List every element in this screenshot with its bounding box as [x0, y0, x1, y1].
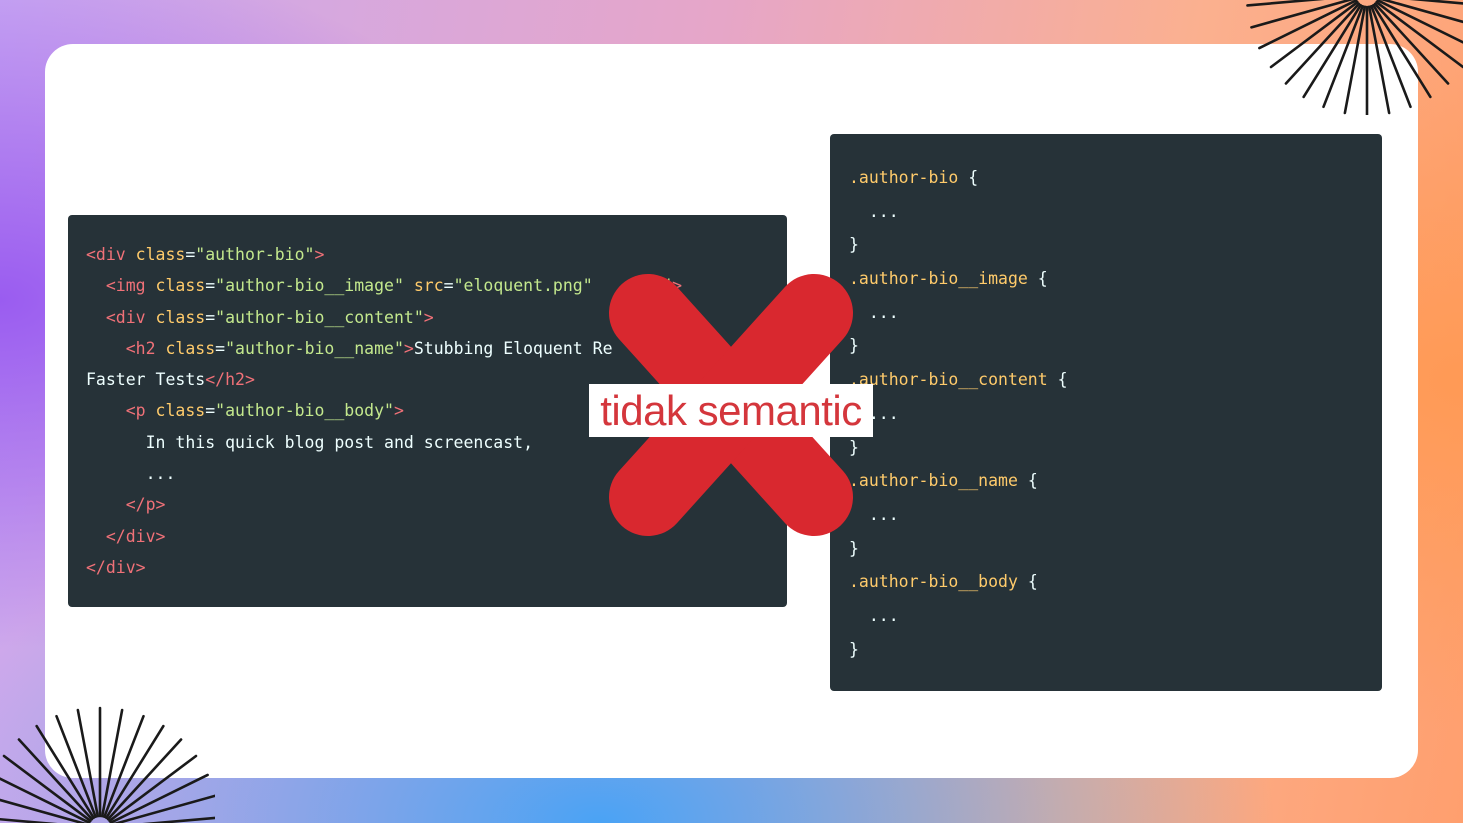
code-token: =	[205, 276, 216, 296]
code-token: {	[1027, 269, 1048, 289]
code-line: ...	[849, 498, 1382, 532]
code-token: "author-bio__content"	[215, 307, 424, 327]
code-token: >	[393, 401, 404, 421]
code-line: }	[849, 329, 1382, 363]
code-token: <h2	[86, 338, 166, 358]
code-line: .author-bio__body {	[849, 565, 1382, 599]
code-token: src	[413, 276, 444, 296]
code-token: .author-bio__body	[849, 572, 1018, 592]
code-line: </div>	[86, 552, 787, 583]
css-code-block: .author-bio { ...} .author-bio__image { .…	[830, 134, 1382, 691]
code-token: ...	[849, 201, 899, 221]
code-token: class	[155, 307, 206, 327]
code-token: {	[1017, 471, 1038, 491]
code-token: <img	[86, 276, 156, 296]
code-token: </p>	[86, 495, 166, 515]
code-token: Faster Tests	[86, 370, 206, 390]
code-token: =	[215, 338, 226, 358]
code-line: ...	[849, 397, 1382, 431]
sunburst-decoration-icon	[1246, 0, 1463, 115]
code-token: <div	[86, 245, 136, 264]
code-token: <p	[86, 401, 156, 421]
sunburst-decoration-icon	[0, 706, 215, 823]
code-token: Stubbing Eloquent Re	[413, 338, 613, 358]
code-token: </div>	[86, 557, 146, 577]
code-token: class	[155, 276, 206, 296]
code-token: .author-bio__content	[849, 370, 1048, 390]
code-token: class	[135, 245, 186, 264]
code-token: ...	[849, 605, 899, 625]
code-token: "author-bio__body"	[215, 401, 394, 421]
code-token: .author-bio__image	[849, 269, 1028, 289]
code-token: =	[443, 276, 454, 296]
code-line: }	[849, 532, 1382, 566]
code-line: }	[849, 431, 1382, 465]
code-token: </div>	[86, 526, 166, 546]
code-line: .author-bio__image {	[849, 262, 1382, 296]
code-line: ...	[849, 195, 1382, 229]
code-token: .author-bio	[849, 168, 959, 187]
code-token: >	[403, 338, 414, 358]
code-line: ...	[849, 296, 1382, 330]
code-line: .author-bio__name {	[849, 464, 1382, 498]
code-token: {	[958, 168, 979, 187]
code-line: .author-bio__content {	[849, 363, 1382, 397]
code-token: {	[1047, 370, 1068, 390]
code-line: .author-bio {	[849, 161, 1382, 195]
code-line: ...	[849, 599, 1382, 633]
code-token: >	[314, 245, 325, 264]
code-token: <div	[86, 307, 156, 327]
code-token: "eloquent.png"	[453, 276, 593, 296]
code-token: >	[423, 307, 434, 327]
code-line: }	[849, 228, 1382, 262]
code-token: ...	[86, 464, 176, 484]
code-token: "author-bio__image"	[215, 276, 404, 296]
code-token: }	[849, 235, 859, 255]
code-token: {	[1017, 572, 1038, 592]
code-token: "author-bio__name"	[225, 338, 404, 358]
code-token: =	[205, 307, 216, 327]
code-token: =	[205, 401, 216, 421]
code-token: }	[849, 639, 859, 659]
code-token: </h2>	[205, 370, 255, 390]
code-token: =	[185, 245, 196, 264]
code-token: In this quick blog post and screencast,	[86, 432, 534, 452]
code-token: class	[155, 401, 206, 421]
code-token: class	[165, 338, 216, 358]
code-line: }	[849, 633, 1382, 667]
code-token: "author-bio"	[195, 245, 315, 264]
code-token: .author-bio__name	[849, 471, 1018, 491]
not-semantic-label: tidak semantic	[589, 384, 873, 437]
